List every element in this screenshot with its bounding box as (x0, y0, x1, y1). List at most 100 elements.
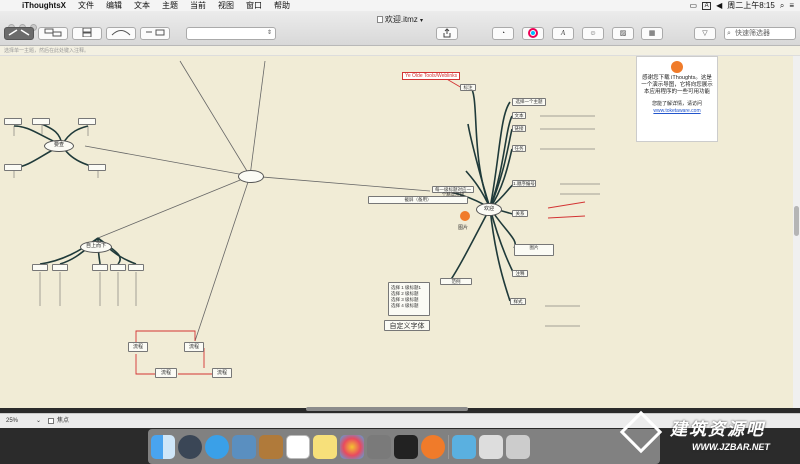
menu-text[interactable]: 文本 (128, 0, 156, 11)
flow-box[interactable]: 流程 (184, 342, 204, 352)
right-topic[interactable]: 1.顺序编号 (512, 180, 536, 187)
downloads-icon[interactable] (452, 434, 476, 459)
add-sibling-button[interactable] (72, 27, 102, 40)
image-topic[interactable]: 范例 (440, 278, 472, 285)
calendar-icon[interactable] (286, 434, 310, 459)
weblink-label[interactable]: Ye Olde Tools/Weblinks (402, 72, 461, 80)
add-relationship-button[interactable] (106, 27, 136, 40)
central-topic[interactable]: 欢迎 (476, 203, 502, 216)
display-icon[interactable]: ▭ (690, 1, 698, 10)
right-topic[interactable]: 文本 (512, 112, 526, 119)
menu-file[interactable]: 文件 (72, 0, 100, 11)
dock (148, 429, 660, 464)
flow-box[interactable]: 流程 (128, 342, 148, 352)
preview-icon[interactable] (367, 434, 391, 459)
horizontal-scroll-thumb[interactable] (306, 407, 468, 411)
top-topic[interactable]: 标注 (460, 84, 476, 91)
custom-font-topic[interactable]: 自定义字体 (384, 320, 430, 331)
tag-icon[interactable]: ◔ (492, 27, 514, 40)
leaf-node[interactable] (52, 264, 68, 271)
left-upper-topic[interactable]: 要查 (44, 140, 74, 152)
window-thumbnail-icon[interactable] (479, 434, 503, 459)
terminal-icon[interactable] (394, 434, 418, 459)
menu-bar: iThoughtsX 文件 编辑 文本 主题 当前 视图 窗口 帮助 ▭ A ◀… (0, 0, 800, 11)
finder-icon[interactable] (151, 434, 175, 459)
note-box[interactable]: 截屏（备用） (368, 196, 468, 204)
mindmap-canvas[interactable]: 要查 自上而下 流程 流程 流程 流程 欢迎 Ye Olde Tools/Web… (0, 56, 793, 408)
vertical-scrollbar[interactable] (793, 56, 800, 408)
list-icon[interactable]: ≡ (789, 1, 794, 10)
search-placeholder: 快速筛选器 (735, 30, 770, 37)
safari-icon[interactable] (205, 434, 229, 459)
font-styles-topic[interactable]: 选择 1 级标题1 选择 2 级标题 选择 3 级标题 选择 4 级标题 (388, 282, 430, 316)
info-callout[interactable]: 感谢您下载 iThoughts。这是一个演示导图，它将向您展示本应用程序的一些可… (636, 56, 718, 142)
photos-icon[interactable] (340, 434, 364, 459)
notes-field[interactable]: 选择单一主题，然后在此处键入注释。 (0, 46, 800, 56)
spotlight-icon[interactable]: ⌕ (780, 1, 784, 11)
right-topic[interactable]: 链接 (512, 125, 526, 132)
leaf-node[interactable] (32, 264, 48, 271)
filter-icon[interactable]: ▽ (694, 27, 716, 40)
menu-app-name[interactable]: iThoughtsX (16, 1, 72, 10)
right-topic[interactable]: 图片 (514, 244, 554, 256)
vertical-scroll-thumb[interactable] (794, 206, 799, 236)
chevron-down-icon[interactable]: ▾ (420, 18, 423, 24)
leaf-node[interactable] (4, 118, 22, 125)
leaf-node[interactable] (92, 264, 108, 271)
image-icon[interactable]: ▨ (612, 27, 634, 40)
menu-help[interactable]: 帮助 (268, 0, 296, 11)
level-section-topic[interactable]: 每一级标题对应一个精度层级 (432, 186, 474, 197)
info-link[interactable]: www.toketaware.com (641, 108, 713, 115)
flow-box[interactable]: 流程 (212, 368, 232, 378)
leaf-node[interactable] (128, 264, 144, 271)
left-lower-topic[interactable]: 自上而下 (80, 241, 112, 253)
right-topic[interactable]: 注释 (512, 270, 528, 277)
menu-window[interactable]: 窗口 (240, 0, 268, 11)
volume-icon[interactable]: ◀ (716, 1, 722, 10)
table-icon[interactable]: ▦ (641, 27, 663, 40)
menu-current[interactable]: 当前 (184, 0, 212, 11)
share-button[interactable] (436, 27, 458, 40)
leaf-node[interactable] (4, 164, 22, 171)
right-topic[interactable]: 选择一个主题 (512, 98, 546, 106)
watermark: 建筑资源吧 WWW.JZBAR.NET (619, 410, 800, 464)
emoji-icon[interactable]: ☺ (582, 27, 604, 40)
ithoughts-icon[interactable] (421, 434, 445, 459)
right-topic[interactable]: 样式 (510, 298, 526, 305)
right-topic[interactable]: 任务 (512, 145, 526, 152)
document-icon (376, 16, 383, 24)
leaf-node[interactable] (88, 164, 106, 171)
menu-topic[interactable]: 主题 (156, 0, 184, 11)
clock[interactable]: 周二上午8:15 (727, 0, 775, 11)
right-topic[interactable]: 关系 (512, 210, 528, 217)
leaf-node[interactable] (78, 118, 96, 125)
horizontal-scrollbar[interactable] (0, 406, 793, 411)
flow-box[interactable]: 流程 (155, 368, 177, 378)
chevron-down-icon[interactable]: ⌄ (36, 414, 41, 428)
input-source-indicator[interactable]: A (702, 1, 712, 10)
draw-mode-button[interactable] (4, 27, 34, 40)
leaf-node[interactable] (110, 264, 126, 271)
quick-filter-search[interactable]: ⌕ 快速筛选器 (724, 27, 796, 40)
font-icon[interactable]: A (552, 27, 574, 40)
leaf-node[interactable] (32, 118, 50, 125)
trash-icon[interactable] (506, 434, 530, 459)
focus-checkbox[interactable] (48, 418, 54, 424)
image-caption: 图片 (458, 225, 469, 231)
menu-edit[interactable]: 编辑 (100, 0, 128, 11)
window-toolbar: 欢迎.itmz ▾ ⇕ ◔ A ☺ ▨ ▦ ▽ ⌕ 快速筛选器 (0, 11, 800, 46)
color-wheel-icon[interactable] (522, 27, 544, 40)
hub-topic[interactable] (238, 170, 264, 183)
info-sub: 您能了解详情，请访问 (651, 101, 702, 107)
notes-icon[interactable] (313, 434, 337, 459)
chevron-updown-icon: ⇕ (266, 30, 272, 36)
contacts-icon[interactable] (259, 434, 283, 459)
zoom-level[interactable]: 25% (6, 414, 18, 428)
menu-view[interactable]: 视图 (212, 0, 240, 11)
launchpad-icon[interactable] (178, 434, 202, 459)
watermark-url: WWW.JZBAR.NET (692, 442, 770, 452)
topic-style-select[interactable]: ⇕ (186, 27, 276, 40)
mail-icon[interactable] (232, 434, 256, 459)
add-child-button[interactable] (38, 27, 68, 40)
add-callout-button[interactable] (140, 27, 170, 40)
